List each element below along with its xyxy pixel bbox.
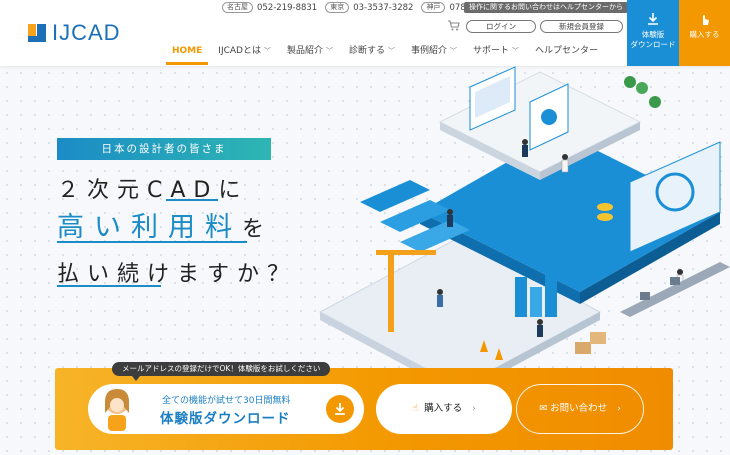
contact-button[interactable]: ✉ お問い合わせ › [516,384,644,434]
download-tab-line1: 体験版 [641,30,665,39]
contact-city-kobe: 神戸 [421,2,446,13]
nav-products[interactable]: 製品紹介 ﹀ [287,44,333,64]
trial-subtitle: 全ての機能が試せて30日間無料 [162,396,291,406]
nav-home-label: HOME [172,46,203,56]
register-button[interactable]: 新規会員登録 [540,20,623,33]
chevron-down-icon: ﹀ [450,47,458,55]
buy-button-label: 購入する [424,403,463,414]
hero-line2: 高い利用料を [57,205,272,244]
main-nav: HOME IJCADとは ﹀ 製品紹介 ﹀ 診断する ﹀ 事例紹介 ﹀ サポート ﹀ ヘル… [165,44,614,65]
chevron-down-icon: ﹀ [326,47,333,55]
cta-note-bubble: メールアドレスの登録だけでOK！体験版をお試しください [112,362,331,381]
chevron-down-icon: ﹀ [388,47,396,55]
chevron-down-icon: ﹀ [263,47,271,55]
chevron-right-icon: › [617,404,621,414]
trial-download-button[interactable]: 全ての機能が試せて30日間無料 体験版ダウンロード [88,384,364,434]
nav-support-label: サポート [473,46,510,56]
nav-help-center-label: ヘルプセンター [535,46,599,56]
contact-city-nagoya: 名古屋 [222,2,253,13]
nav-cases-label: 事例紹介 [411,46,448,56]
help-center-banner[interactable]: 操作に関するお問い合わせはヘルプセンターから [464,2,628,13]
login-button[interactable]: ログイン [466,20,536,33]
pointing-hand-icon: ☝ [412,403,419,414]
nav-diagnose-label: 診断する [349,46,386,56]
nav-support[interactable]: サポート ﹀ [473,44,519,64]
download-tab[interactable]: 体験版 ダウンロード [627,0,679,66]
headline-underline [57,285,161,287]
nav-about[interactable]: IJCADとは ﹀ [218,44,271,64]
ijcad-logo[interactable]: IJCAD [28,20,121,46]
logo-text: IJCAD [52,20,121,45]
download-circle-icon [326,395,354,423]
support-avatar-icon [105,389,129,431]
hero-line2-highlight: 高い利用料 [57,212,242,243]
download-icon [648,13,658,25]
pointing-hand-icon [702,15,709,25]
contact-city-tokyo: 東京 [325,2,350,13]
contact-phone-nagoya[interactable]: 052-219-8831 [257,3,317,13]
nav-products-label: 製品紹介 [286,46,323,56]
trial-title: 体験版ダウンロード [160,411,291,427]
hero-line1: ２次元CADに [57,178,249,203]
hero-tagline: 日本の設計者の皆さま [57,138,271,160]
buy-tab-label: 購入する [689,30,720,39]
nav-help-center[interactable]: ヘルプセンター [535,44,598,64]
nav-about-label: IJCADとは [218,46,261,56]
nav-diagnose[interactable]: 診断する ﹀ [349,44,395,64]
logo-mark-icon [28,24,46,42]
nav-home[interactable]: HOME [165,44,209,65]
buy-tab[interactable]: 購入する [679,0,730,66]
site-header: IJCAD 名古屋 052-219-8831 東京 03-3537-3282 神… [0,0,730,66]
contact-button-label: お問い合わせ [550,403,608,414]
chevron-right-icon: › [472,404,476,414]
isometric-factory-illustration [318,66,730,392]
hero-line2-rest: を [242,217,273,242]
contact-phone-tokyo[interactable]: 03-3537-3282 [353,3,413,13]
nav-cases[interactable]: 事例紹介 ﹀ [411,44,457,64]
download-tab-line2: ダウンロード [630,40,676,49]
headline-underline [166,199,218,201]
mail-icon: ✉ [539,403,551,414]
hero-line3: 払い続けますか？ [57,262,298,287]
headline-underline [57,241,247,243]
cart-icon[interactable] [448,20,460,34]
buy-button[interactable]: ☝ 購入する › [376,384,512,434]
chevron-down-icon: ﹀ [512,47,520,55]
